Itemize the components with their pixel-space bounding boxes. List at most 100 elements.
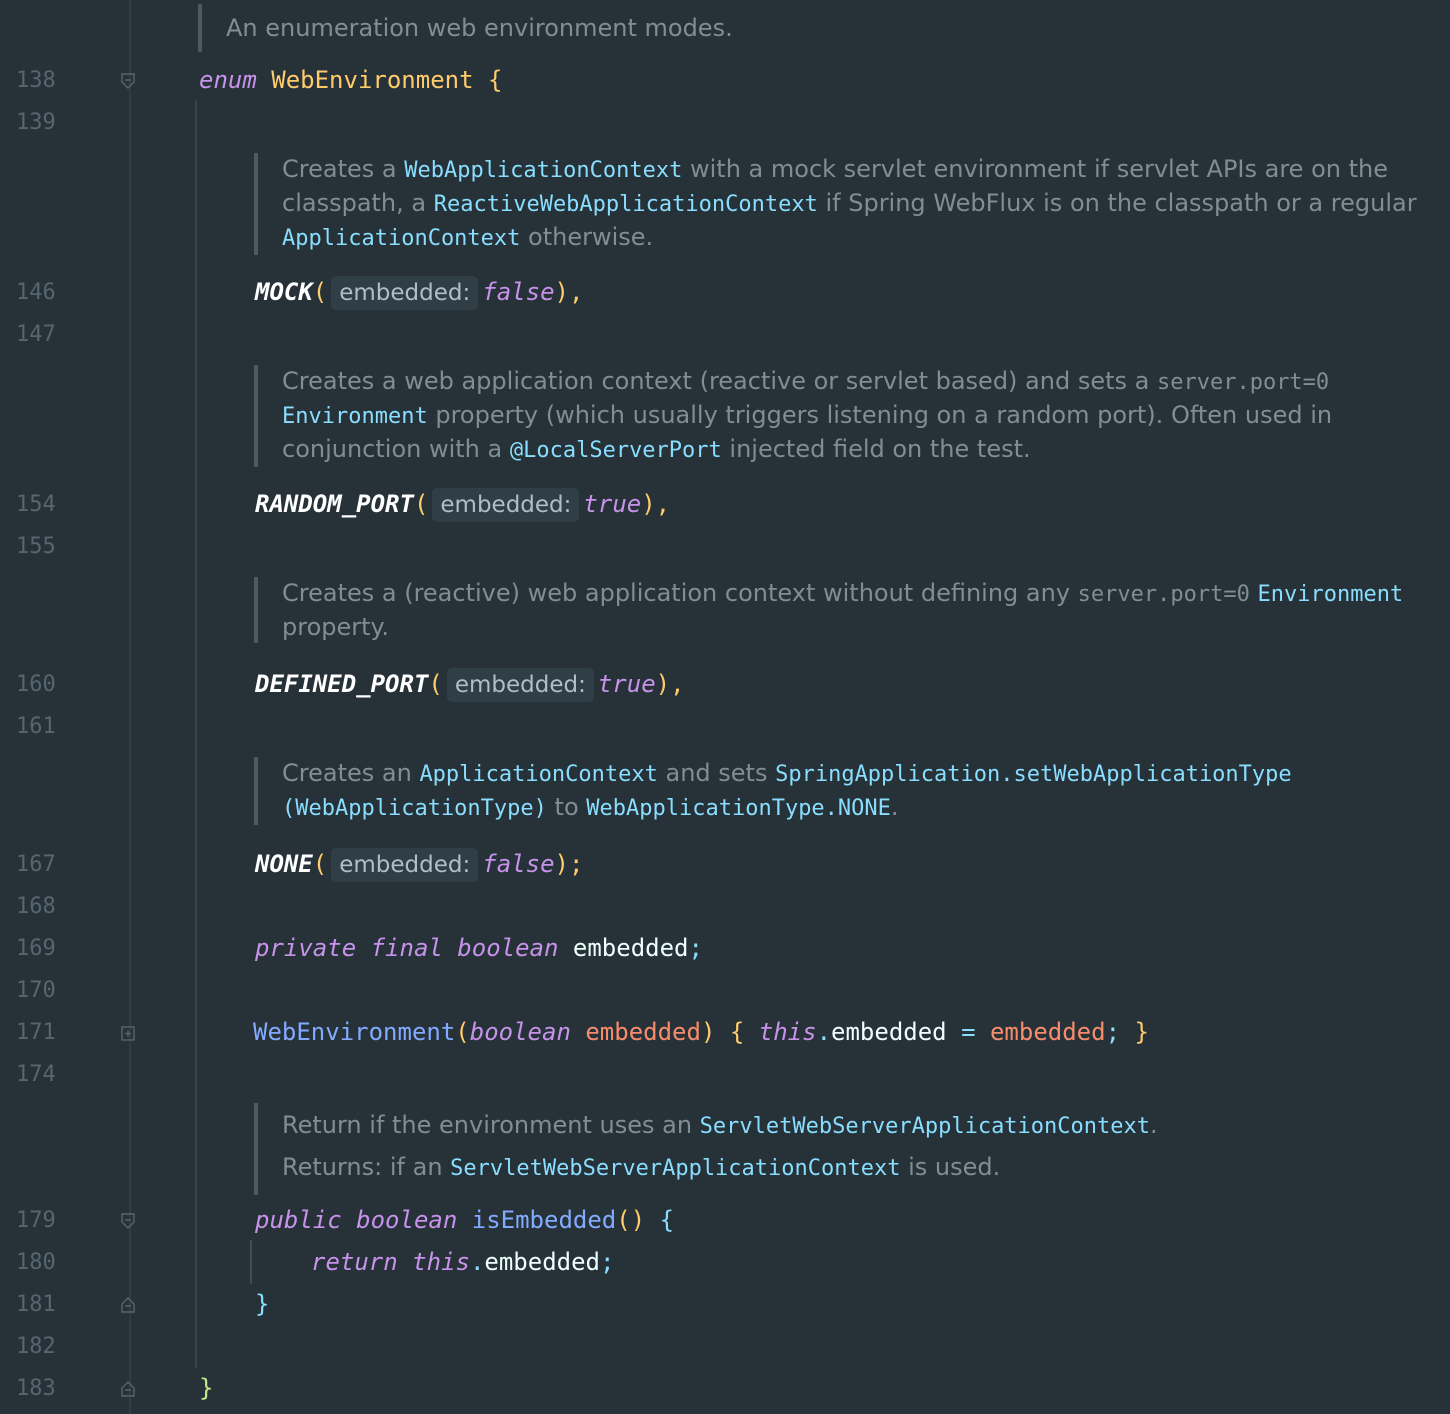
doc-text: Creates a — [282, 155, 405, 183]
method-name: isEmbedded — [471, 1206, 617, 1234]
line-number-gutter — [0, 0, 130, 1414]
literal: false — [482, 850, 555, 878]
fold-collapse-icon[interactable] — [121, 73, 135, 89]
constructor-name: WebEnvironment — [253, 1018, 456, 1046]
punctuation: ); — [554, 850, 584, 878]
doc-link[interactable]: SpringApplication.setWebApplicationType — [775, 762, 1292, 787]
fold-expand-icon[interactable] — [121, 1026, 135, 1042]
line-number: 160 — [16, 672, 56, 697]
doc-text: with a mock servlet environment if servl… — [682, 155, 1388, 183]
return-keyword: return — [311, 1248, 398, 1276]
literal: true — [597, 670, 656, 698]
this-keyword: this — [758, 1018, 817, 1046]
line-number: 169 — [16, 936, 56, 961]
doc-comment: An enumeration web environment modes. — [198, 4, 733, 52]
punctuation: ), — [641, 490, 671, 518]
punctuation: ; — [688, 934, 703, 962]
parameter-hint: embedded: — [446, 668, 594, 702]
punctuation: ), — [655, 670, 685, 698]
field-ref: embedded — [484, 1248, 600, 1276]
line-number: 167 — [16, 852, 56, 877]
line-number: 180 — [16, 1250, 56, 1275]
doc-code: server.port=0 — [1077, 582, 1250, 607]
line-number: 155 — [16, 534, 56, 559]
doc-link[interactable]: Environment — [282, 404, 428, 429]
doc-comment: Creates an ApplicationContext and sets S… — [254, 757, 1450, 825]
keyword: enum — [199, 66, 257, 94]
line-number: 182 — [16, 1334, 56, 1359]
modifiers: public boolean — [255, 1206, 458, 1234]
doc-link[interactable]: ServletWebServerApplicationContext — [450, 1156, 900, 1181]
parens: () — [616, 1206, 646, 1234]
line-number: 170 — [16, 978, 56, 1003]
line-number: 147 — [16, 322, 56, 347]
doc-text: Creates an — [282, 759, 420, 787]
doc-link[interactable]: WebApplicationType.NONE — [586, 796, 891, 821]
literal: true — [583, 490, 642, 518]
literal: false — [482, 278, 555, 306]
doc-text: and sets — [657, 759, 776, 787]
class-name: WebEnvironment — [271, 66, 474, 94]
param-name: embedded — [585, 1018, 701, 1046]
doc-text: is used. — [900, 1153, 1001, 1181]
enum-close-brace: } — [199, 1374, 214, 1402]
return-statement: return this.embedded; — [311, 1248, 615, 1276]
parameter-hint: embedded: — [331, 848, 479, 882]
doc-code: server.port=0 — [1156, 370, 1330, 395]
fold-collapse-icon[interactable] — [121, 1213, 135, 1229]
field-name: embedded — [572, 934, 689, 962]
doc-link[interactable]: ApplicationContext — [419, 762, 657, 787]
fold-end-icon[interactable] — [121, 1381, 135, 1397]
line-number: 181 — [16, 1292, 56, 1317]
line-number: 154 — [16, 492, 56, 517]
operator: = — [961, 1018, 976, 1046]
enum-constant-line: RANDOM_PORT(embedded: true), — [255, 488, 670, 522]
doc-comment: Creates a (reactive) web application con… — [254, 577, 1450, 643]
fold-end-icon[interactable] — [121, 1297, 135, 1313]
parameter-hint: embedded: — [331, 276, 479, 310]
doc-text: injected field on the test. — [721, 435, 1031, 463]
line-number: 179 — [16, 1208, 56, 1233]
doc-comment: Creates a WebApplicationContext with a m… — [254, 153, 1450, 255]
parameter-hint: embedded: — [432, 488, 580, 522]
doc-link[interactable]: @LocalServerPort — [510, 438, 722, 463]
doc-text: Creates a web application context (react… — [282, 367, 1157, 395]
method-close-brace: } — [255, 1290, 270, 1318]
doc-text: . — [890, 793, 899, 821]
param-type: boolean — [469, 1018, 571, 1046]
doc-link[interactable]: (WebApplicationType) — [282, 796, 547, 821]
line-number: 161 — [16, 714, 56, 739]
line-number: 139 — [16, 110, 56, 135]
field-declaration: private final boolean embedded; — [255, 932, 703, 964]
doc-link[interactable]: ServletWebServerApplicationContext — [700, 1114, 1150, 1139]
doc-comment: Return if the environment uses an Servle… — [254, 1103, 1450, 1195]
enum-constant-line: NONE(embedded: false); — [255, 848, 583, 882]
this-keyword: this — [412, 1248, 470, 1276]
doc-link[interactable]: ApplicationContext — [282, 226, 520, 251]
doc-comment: Creates a web application context (react… — [254, 365, 1450, 467]
doc-text: property (which usually triggers listeni… — [427, 401, 1333, 429]
enum-constant: DEFINED_PORT — [255, 670, 429, 698]
doc-text: if Spring WebFlux is on the classpath or… — [817, 189, 1417, 217]
line-number: 138 — [16, 68, 56, 93]
doc-text: An enumeration web environment modes. — [226, 14, 733, 42]
param-ref: embedded — [989, 1018, 1106, 1046]
doc-text: . — [1150, 1111, 1158, 1139]
enum-constant-line: DEFINED_PORT(embedded: true), — [255, 668, 685, 702]
doc-link[interactable]: Environment — [1257, 582, 1403, 607]
indent-guide — [250, 1240, 252, 1284]
doc-text: to — [546, 793, 587, 821]
punctuation: ), — [554, 278, 584, 306]
enum-declaration: enum WebEnvironment { — [199, 64, 502, 96]
doc-link[interactable]: WebApplicationContext — [404, 158, 682, 183]
modifiers: private final boolean — [255, 934, 559, 962]
field-ref: embedded — [831, 1018, 947, 1046]
line-number: 183 — [16, 1376, 56, 1401]
doc-link[interactable]: ReactiveWebApplicationContext — [434, 192, 818, 217]
doc-text: classpath, a — [282, 189, 434, 217]
doc-text: Creates a (reactive) web application con… — [282, 579, 1078, 607]
doc-text: otherwise. — [520, 223, 654, 251]
enum-constant: RANDOM_PORT — [255, 490, 414, 518]
enum-constant: MOCK — [255, 278, 313, 306]
line-number: 168 — [16, 894, 56, 919]
